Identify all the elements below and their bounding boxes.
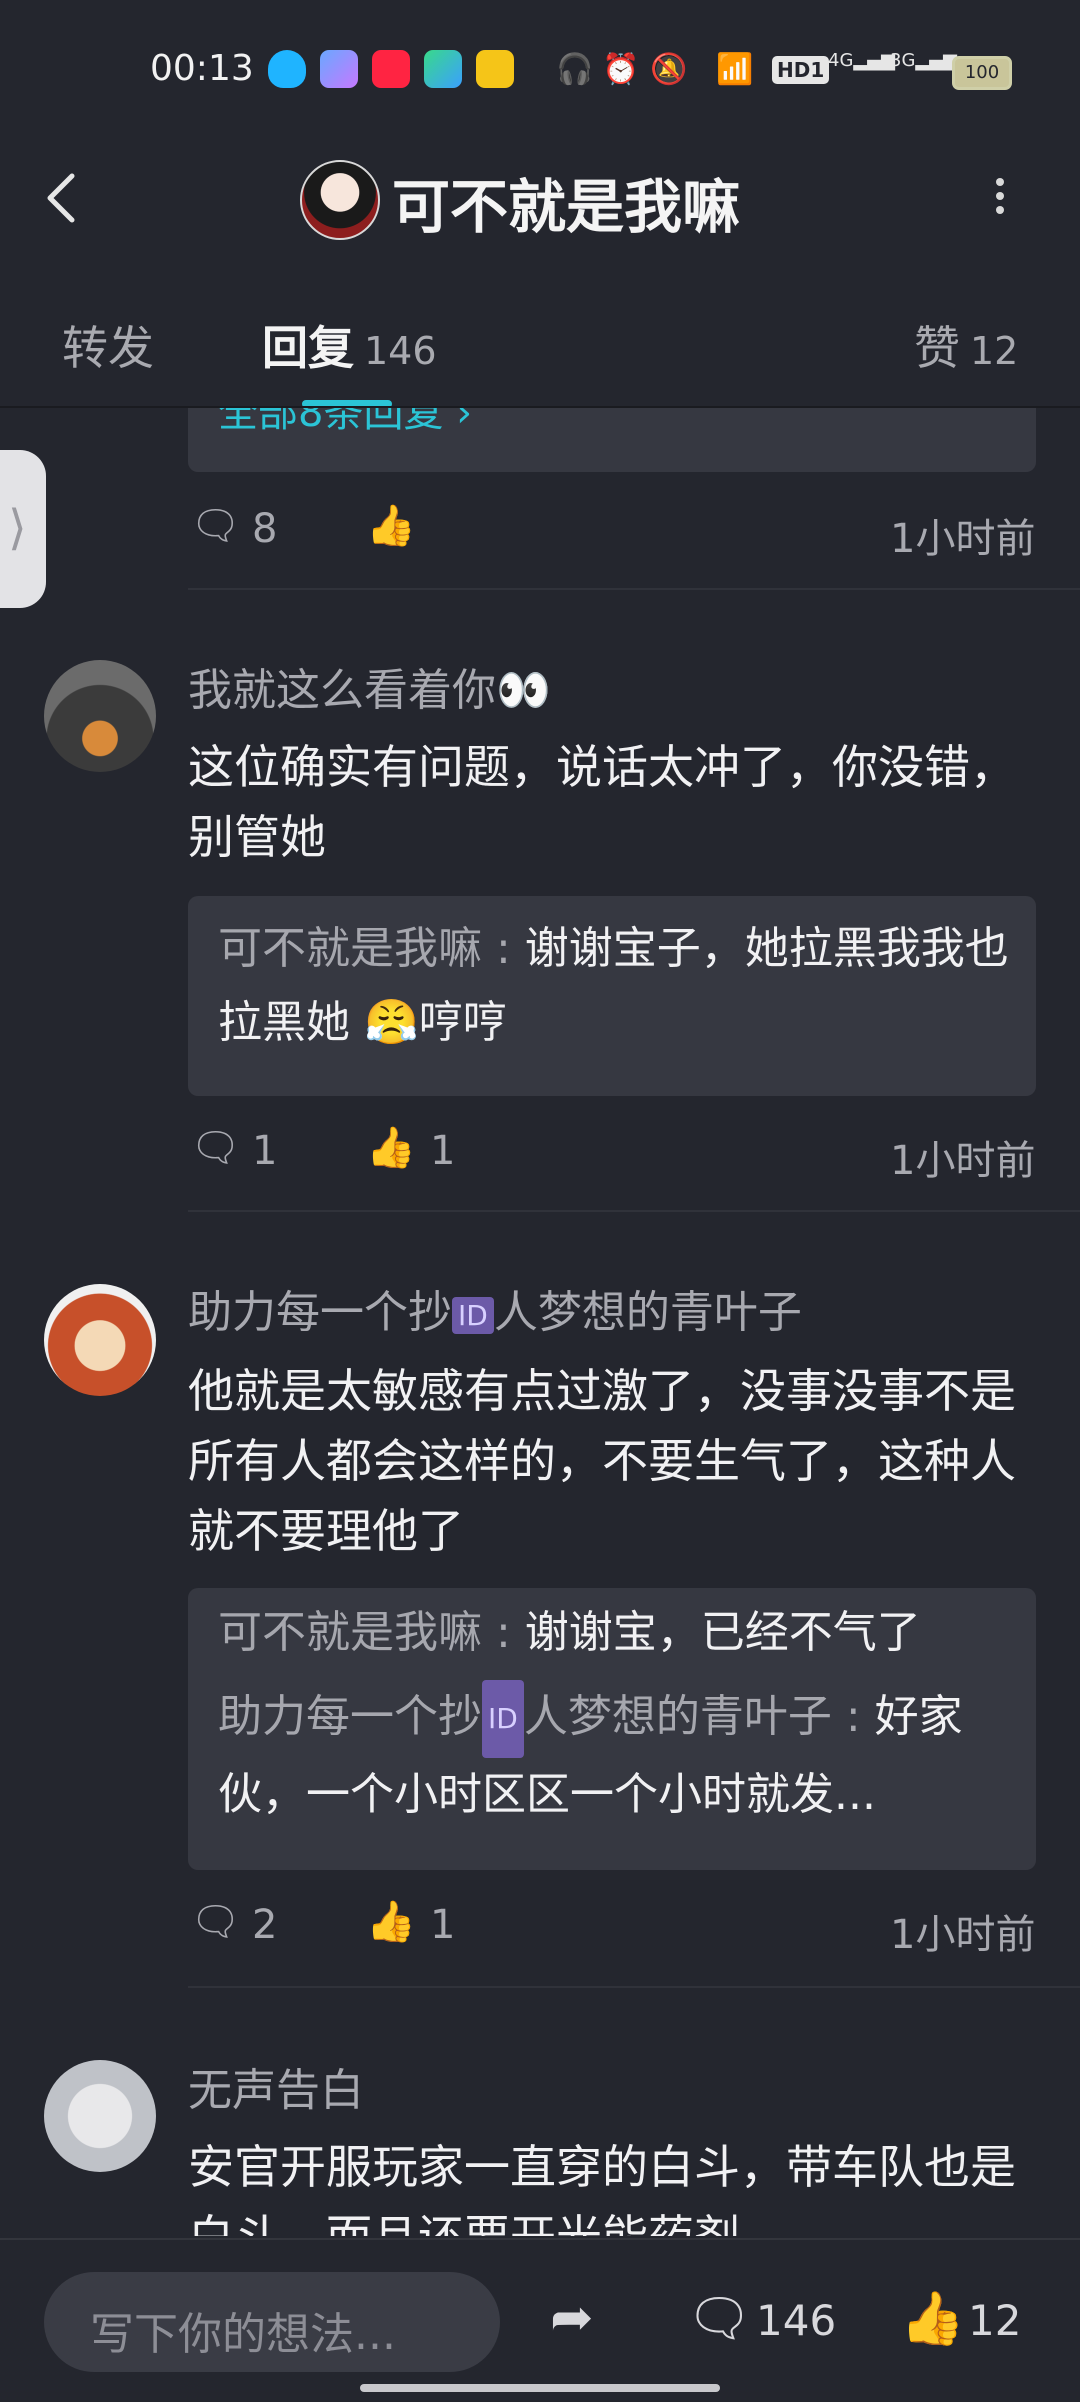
- status-time: 00:13: [150, 48, 254, 89]
- reply-icon[interactable]: 🗨: [190, 1898, 241, 1945]
- reply-icon[interactable]: 🗨: [190, 502, 241, 549]
- reply-count: 1: [252, 1128, 278, 1174]
- reply-preview-box[interactable]: 可不就是我嘛 : 谢谢宝子，她拉黑我我也拉黑她 😤哼哼: [188, 896, 1036, 1096]
- reply-count: 8: [252, 506, 278, 552]
- reply-preview-box[interactable]: 全部8条回复 ›: [188, 408, 1036, 472]
- battery-icon: 100: [952, 56, 1012, 90]
- xiaohongshu-icon: [372, 50, 410, 88]
- reply-item: 助力每一个抄 ID 人梦想的青叶子 : 好家伙，一个小时区区一个小时就发...: [218, 1680, 1018, 1832]
- like-count: 1: [430, 1902, 456, 1948]
- like-icon[interactable]: 👍: [366, 1124, 416, 1171]
- avatar[interactable]: [44, 2060, 156, 2172]
- home-indicator[interactable]: [360, 2384, 720, 2392]
- comment-divider: [188, 1986, 1080, 1988]
- like-icon[interactable]: 👍: [900, 2288, 965, 2349]
- app-icon: [320, 50, 358, 88]
- comment-time: 1小时前: [890, 516, 1036, 562]
- like-count: 1: [430, 1128, 456, 1174]
- id-badge: ID: [482, 1680, 524, 1758]
- view-all-replies-link[interactable]: 全部8条回复 ›: [218, 408, 472, 438]
- alarm-icon: ⏰: [602, 52, 640, 87]
- side-drawer-handle[interactable]: ⟩: [0, 450, 46, 608]
- signal-3g-icon: 3G▂▄▆: [890, 50, 957, 71]
- wifi-icon: 📶: [716, 52, 754, 87]
- weibo-icon: [476, 50, 514, 88]
- page-title: 可不就是我嘛: [392, 173, 741, 241]
- share-icon[interactable]: ➦: [550, 2288, 594, 2348]
- video-app-icon: [424, 50, 462, 88]
- mute-icon: 🔕: [650, 52, 688, 87]
- comment-divider: [188, 1210, 1080, 1212]
- headphone-icon: 🎧: [556, 52, 594, 87]
- signal-4g-icon: 4G▂▄▆: [828, 50, 895, 71]
- reply-icon[interactable]: 🗨: [190, 1124, 241, 1171]
- comment-username[interactable]: 助力每一个抄 ID 人梦想的青叶子: [188, 1276, 802, 1340]
- author-avatar[interactable]: [300, 160, 380, 240]
- tab-repost[interactable]: 转发: [62, 312, 154, 378]
- comment-time: 1小时前: [890, 1912, 1036, 1958]
- more-options-icon[interactable]: [990, 178, 1010, 218]
- reply-item: 可不就是我嘛 : 谢谢宝子，她拉黑我我也拉黑她 😤哼哼: [218, 923, 1009, 1048]
- comment-username[interactable]: 无声告白: [188, 2054, 364, 2118]
- qq-icon: [268, 50, 306, 88]
- back-button[interactable]: [42, 168, 82, 228]
- like-count: 12: [968, 2296, 1022, 2345]
- comment-icon[interactable]: 🗨: [686, 2288, 752, 2349]
- hd-badge: HD1: [772, 56, 830, 84]
- avatar[interactable]: [44, 660, 156, 772]
- comment-content: 他就是太敏感有点过激了，没事没事不是所有人都会这样的，不要生气了，这种人就不要理…: [188, 1364, 1016, 1558]
- tab-like[interactable]: 赞 12: [914, 312, 1018, 378]
- chevron-left-icon: [47, 173, 75, 223]
- chevron-right-icon: ⟩: [8, 500, 27, 556]
- tab-reply[interactable]: 回复 146: [262, 312, 437, 378]
- id-badge: ID: [452, 1296, 494, 1334]
- avatar[interactable]: [44, 1284, 156, 1396]
- like-icon[interactable]: 👍: [366, 1898, 416, 1945]
- status-bar: 00:13 🎧 ⏰ 🔕 📶 HD1 4G▂▄▆ 3G▂▄▆ 100: [0, 0, 1080, 140]
- comment-username[interactable]: 我就这么看着你👀: [188, 654, 551, 718]
- comment-divider: [188, 588, 1080, 590]
- reply-count: 2: [252, 1902, 278, 1948]
- reply-preview-box[interactable]: 可不就是我嘛 : 谢谢宝，已经不气了 助力每一个抄 ID 人梦想的青叶子 : 好家伙…: [188, 1588, 1036, 1870]
- like-icon[interactable]: 👍: [366, 502, 416, 549]
- comment-content: 安官开服玩家一直穿的白斗，带车队也是白斗，而且还要开光能药剂: [188, 2140, 1016, 2236]
- comment-content: 这位确实有问题，说话太冲了，你没错，别管她: [188, 740, 1016, 864]
- comment-count: 146: [756, 2296, 837, 2345]
- reply-item: 可不就是我嘛 : 谢谢宝，已经不气了: [218, 1607, 921, 1658]
- comment-input[interactable]: 写下你的想法...: [44, 2272, 500, 2372]
- comment-time: 1小时前: [890, 1138, 1036, 1184]
